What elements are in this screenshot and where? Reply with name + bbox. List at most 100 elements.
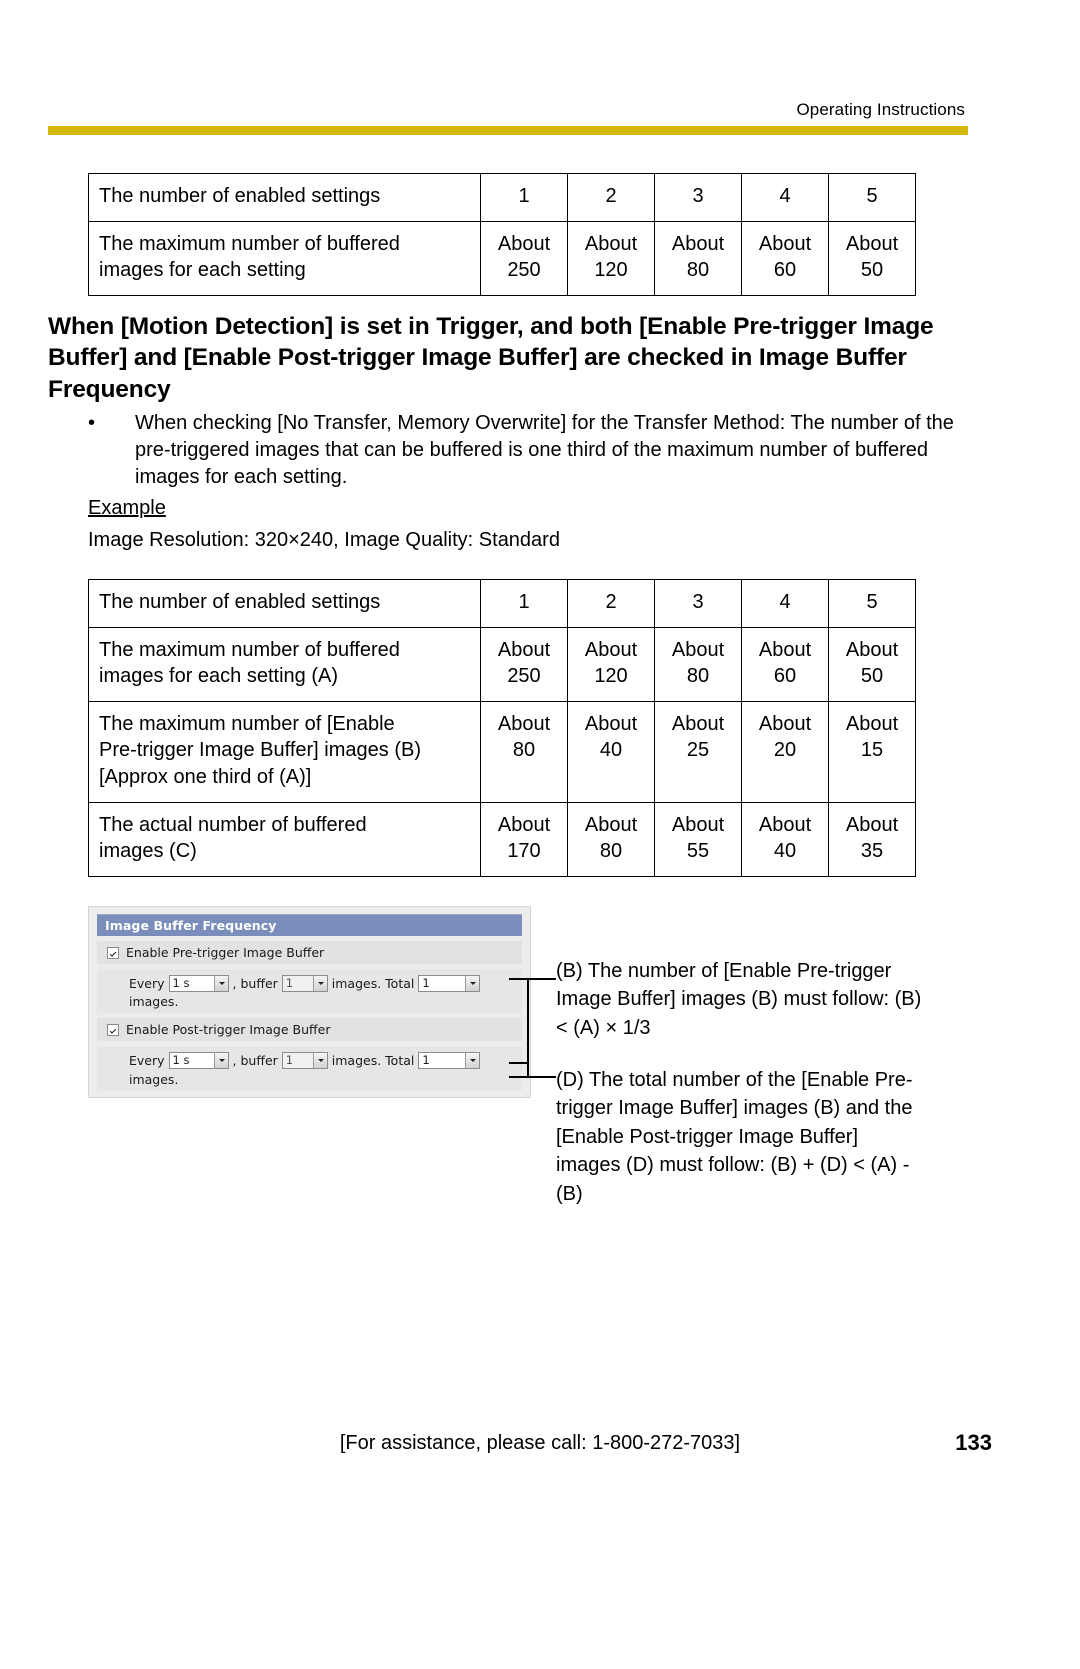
- bullet-list: • When checking [No Transfer, Memory Ove…: [88, 410, 958, 492]
- cell-value: 4: [741, 579, 829, 628]
- cell-value: About 50: [828, 626, 916, 702]
- post-every-dropdown[interactable]: 1 s: [168, 1052, 229, 1070]
- post-total-dropdown[interactable]: 1: [418, 1052, 481, 1070]
- cell-about: About: [671, 712, 725, 735]
- label-line: [Approx one third of (A)]: [99, 765, 312, 788]
- post-buffer-value: 1: [285, 1053, 294, 1068]
- cell-value: About 40: [567, 700, 655, 803]
- post-every-label: Every: [129, 1053, 165, 1069]
- cell-value: 1: [480, 579, 568, 628]
- footer-page-number: 133: [955, 1430, 992, 1455]
- enable-post-trigger-checkbox[interactable]: [107, 1023, 119, 1036]
- post-images-total-label: images. Total: [331, 1053, 415, 1069]
- cell-value: About 120: [567, 220, 655, 296]
- post-buffer-dropdown[interactable]: 1: [281, 1052, 328, 1070]
- cell-value: 5: [828, 579, 916, 628]
- cell-value: About 80: [654, 220, 742, 296]
- cell-about: About: [497, 712, 551, 735]
- chevron-down-icon[interactable]: [465, 1053, 480, 1069]
- label-line: images for each setting: [99, 259, 306, 282]
- cell-number: 250: [507, 665, 541, 688]
- row-header-label: The number of enabled settings: [88, 173, 481, 222]
- cell-about: About: [671, 638, 725, 661]
- section-heading: When [Motion Detection] is set in Trigge…: [48, 313, 934, 403]
- cell-number: 50: [860, 665, 884, 688]
- cell-about: About: [584, 813, 638, 836]
- cell-number: 80: [686, 665, 710, 688]
- pre-trigger-checkbox-row: Enable Pre-trigger Image Buffer: [97, 941, 522, 964]
- cell-value: About 170: [480, 801, 568, 877]
- cell-number: 120: [594, 665, 628, 688]
- cell-about: About: [758, 712, 812, 735]
- post-trigger-settings-row: Every 1 s , buffer 1 images. Total 1 ima…: [97, 1046, 522, 1091]
- chevron-down-icon[interactable]: [213, 1053, 228, 1069]
- enable-pre-trigger-checkbox[interactable]: [107, 946, 119, 959]
- label-line: The maximum number of buffered: [99, 232, 400, 255]
- pre-total-dropdown[interactable]: 1: [418, 975, 481, 993]
- chevron-down-icon[interactable]: [312, 976, 327, 992]
- cell-value: About 250: [480, 626, 568, 702]
- cell-number: 120: [594, 259, 628, 282]
- pre-buffer-dropdown[interactable]: 1: [281, 975, 328, 993]
- callout-b-text: (B) The number of [Enable Pre-trigger Im…: [556, 960, 922, 1039]
- cell-number: 55: [686, 840, 710, 863]
- cell-about: About: [584, 638, 638, 661]
- cell-about: About: [845, 232, 899, 255]
- row-header-label: The maximum number of [Enable Pre-trigge…: [88, 700, 481, 803]
- cell-number: 170: [507, 840, 541, 863]
- cell-number: 80: [512, 739, 536, 762]
- cell-value: About 80: [567, 801, 655, 877]
- cell-value: About 50: [828, 220, 916, 296]
- pre-buffer-label: , buffer: [232, 976, 278, 991]
- header-title: Operating Instructions: [796, 100, 965, 119]
- page-header: Operating Instructions: [48, 100, 968, 135]
- cell-value: About 20: [741, 700, 829, 803]
- cell-about: About: [845, 813, 899, 836]
- cell-number: 15: [860, 739, 884, 762]
- list-item: • When checking [No Transfer, Memory Ove…: [88, 410, 958, 492]
- example-buffered-images-table: The number of enabled settings 1 2 3 4 5…: [88, 579, 916, 877]
- post-trigger-checkbox-row: Enable Post-trigger Image Buffer: [97, 1018, 522, 1042]
- panel-title: Image Buffer Frequency: [97, 914, 522, 936]
- header-rule-divider: [48, 126, 968, 135]
- pre-buffer-value: 1: [285, 976, 294, 991]
- post-total-value: 1: [422, 1053, 430, 1068]
- cell-value: 3: [654, 173, 742, 222]
- chevron-down-icon[interactable]: [312, 1053, 327, 1069]
- pre-images-total-label: images. Total: [331, 976, 415, 991]
- row-header-label: The actual number of buffered images (C): [88, 801, 481, 877]
- label-line: images (C): [99, 840, 197, 863]
- cell-about: About: [758, 813, 812, 836]
- pre-every-label: Every: [129, 976, 165, 991]
- row-header-label: The maximum number of buffered images fo…: [88, 220, 481, 296]
- post-buffer-label: , buffer: [232, 1053, 278, 1069]
- footer-assistance-note: [For assistance, please call: 1-800-272-…: [339, 1432, 741, 1454]
- cell-value: About 250: [480, 220, 568, 296]
- cell-value: About 35: [828, 801, 916, 877]
- cell-value: 4: [741, 173, 829, 222]
- cell-value: About 15: [828, 700, 916, 803]
- cell-value: About 120: [567, 626, 655, 702]
- label-line: The actual number of buffered: [99, 813, 367, 836]
- chevron-down-icon[interactable]: [213, 976, 228, 992]
- cell-value: 2: [567, 579, 655, 628]
- bullet-text: When checking [No Transfer, Memory Overw…: [135, 412, 954, 489]
- cell-value: 3: [654, 579, 742, 628]
- cell-value: 1: [480, 173, 568, 222]
- enable-post-trigger-label: Enable Post-trigger Image Buffer: [126, 1022, 331, 1038]
- pre-trigger-settings-row: Every 1 s , buffer 1 images. Total 1 ima…: [97, 969, 522, 1014]
- label-line: The maximum number of buffered: [99, 638, 400, 661]
- cell-about: About: [584, 712, 638, 735]
- enable-pre-trigger-label: Enable Pre-trigger Image Buffer: [126, 945, 325, 960]
- label-line: images for each setting (A): [99, 665, 338, 688]
- post-trailing-label: images.: [129, 1071, 179, 1087]
- callout-leader-line-d-stub: [509, 1062, 529, 1064]
- callout-leader-line-d: [509, 1076, 556, 1078]
- cell-about: About: [497, 638, 551, 661]
- cell-value: About 25: [654, 700, 742, 803]
- cell-value: About 80: [480, 700, 568, 803]
- pre-every-dropdown[interactable]: 1 s: [168, 975, 229, 993]
- cell-number: 80: [599, 840, 623, 863]
- chevron-down-icon[interactable]: [465, 976, 480, 992]
- image-buffer-frequency-panel: Image Buffer Frequency Enable Pre-trigge…: [88, 906, 531, 1098]
